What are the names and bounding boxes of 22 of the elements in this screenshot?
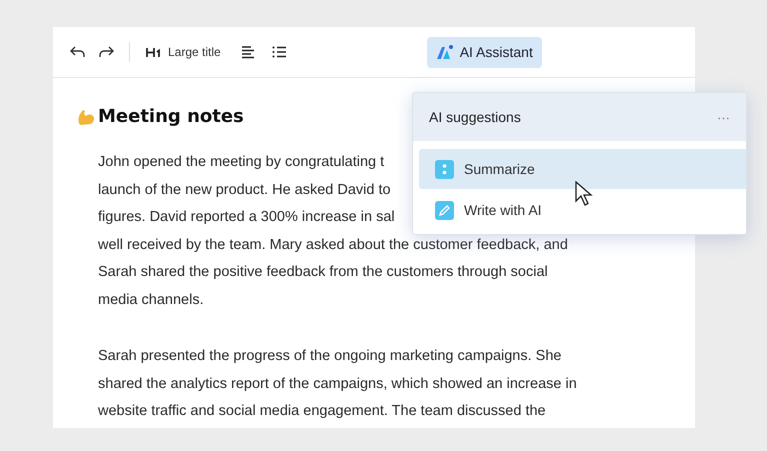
paragraph-line: John opened the meeting by congratulating t xyxy=(98,153,384,172)
suggestion-item[interactable]: Summarize xyxy=(419,149,746,189)
suggestion-item[interactable]: Write with AI xyxy=(419,190,746,230)
more-button[interactable]: ··· xyxy=(717,110,730,124)
flexed-arm-icon xyxy=(77,108,96,126)
paragraph-line: launch of the new product. He asked David to xyxy=(98,180,391,200)
popup-title: AI suggestions xyxy=(429,109,521,125)
heading-dropdown[interactable]: Large title xyxy=(146,45,221,59)
paragraph-line: figures. David reported a 300% increase in sal xyxy=(98,208,395,227)
document-title: Meeting notes xyxy=(98,106,244,127)
ai-assistant-button[interactable]: AI Assistant xyxy=(426,36,542,68)
paragraph-line: website traffic and social media engagement. The team discussed the xyxy=(98,402,546,421)
sparkle-logo-icon xyxy=(436,44,454,60)
summarize-icon xyxy=(435,160,454,178)
mouse-pointer-icon xyxy=(574,181,594,207)
paragraph-line: Sarah shared the positive feedback from the customers through social xyxy=(98,263,548,282)
paragraph-line: media channels. xyxy=(98,290,204,310)
paragraph-line: well received by the team. Mary asked about the customer feedback, and xyxy=(98,236,568,254)
paragraph-line: Sarah presented the progress of the ongoing marketing campaigns. She xyxy=(98,347,562,366)
paragraph-line: shared the analytics report of the campaigns, which showed an increase in xyxy=(98,374,577,394)
pencil-icon xyxy=(435,200,454,220)
heading-icon xyxy=(146,46,162,58)
